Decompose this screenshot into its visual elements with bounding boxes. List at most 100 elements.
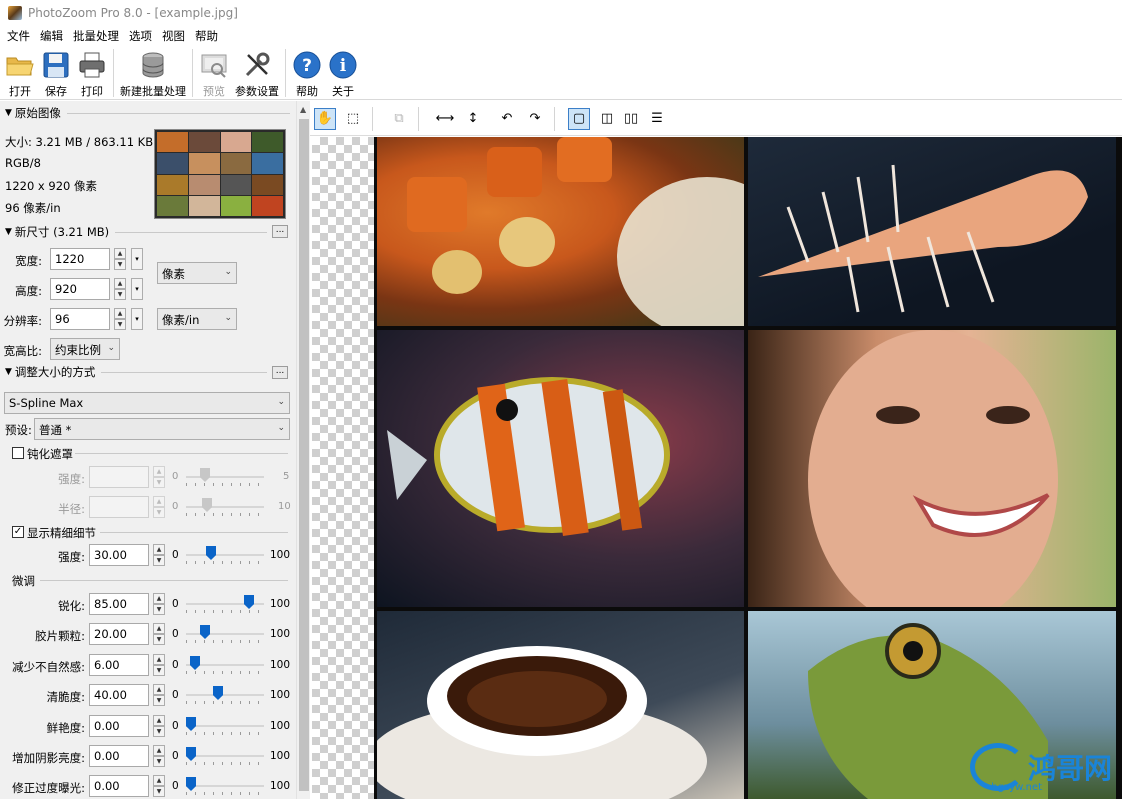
save-button[interactable]: 保存	[38, 46, 74, 98]
menu-file[interactable]: 文件	[2, 28, 35, 44]
fine-detail-strength-input[interactable]: 30.00	[89, 544, 149, 566]
menu-options[interactable]: 选项	[124, 28, 157, 44]
preview-button[interactable]: 预览	[196, 46, 232, 98]
fine-tune-spinner[interactable]: ▲ ▼	[153, 593, 165, 615]
resolution-unit-select[interactable]: 像素/in ⌄	[157, 308, 237, 330]
unsharp-radius-spinner[interactable]: ▲ ▼	[153, 496, 165, 518]
unsharp-strength-spinner[interactable]: ▲ ▼	[153, 466, 165, 488]
slider-knob[interactable]	[213, 686, 223, 700]
new-size-more-button[interactable]: ...	[272, 225, 288, 238]
resize-method-header[interactable]: ▼ 调整大小的方式	[5, 364, 267, 380]
toolbar-separator	[192, 49, 193, 97]
fine-tune-slider[interactable]	[186, 684, 264, 706]
fine-tune-spinner[interactable]: ▲ ▼	[153, 684, 165, 706]
slider-knob[interactable]	[200, 625, 210, 639]
stacked-view-button[interactable]: ☰	[646, 108, 668, 130]
collapse-triangle-icon: ▼	[5, 227, 12, 237]
height-menu-button[interactable]: ▾	[131, 278, 143, 300]
width-input[interactable]: 1220	[50, 248, 110, 270]
unsharp-mask-checkbox[interactable]	[12, 447, 24, 459]
resolution-input[interactable]: 96	[50, 308, 110, 330]
unsharp-radius-slider[interactable]	[186, 496, 264, 518]
panel-scrollbar[interactable]: ▲	[296, 101, 310, 799]
fine-tune-input[interactable]: 20.00	[89, 623, 149, 645]
rotate-left-button[interactable]: ↶	[496, 108, 518, 130]
size-unit-select[interactable]: 像素 ⌄	[157, 262, 237, 284]
help-button[interactable]: ? 帮助	[289, 46, 325, 98]
width-menu-button[interactable]: ▾	[131, 248, 143, 270]
fine-tune-slider[interactable]	[186, 623, 264, 645]
single-pane-icon: ▢	[572, 111, 586, 126]
slider-knob[interactable]	[186, 747, 196, 761]
resize-method-more-button[interactable]: ...	[272, 366, 288, 379]
menu-help[interactable]: 帮助	[190, 28, 223, 44]
slider-knob[interactable]	[244, 595, 254, 609]
menu-edit[interactable]: 编辑	[35, 28, 68, 44]
selection-tool-button[interactable]: ⬚	[342, 108, 364, 130]
scroll-up-icon[interactable]: ▲	[300, 105, 306, 114]
resolution-spinner[interactable]: ▲ ▼	[114, 308, 126, 330]
fine-tune-min: 0	[172, 720, 179, 732]
fine-tune-slider[interactable]	[186, 745, 264, 767]
hand-tool-button[interactable]: ✋	[314, 108, 336, 130]
fine-tune-input[interactable]: 6.00	[89, 654, 149, 676]
unsharp-strength-slider[interactable]	[186, 466, 264, 488]
rotate-right-button[interactable]: ↷	[524, 108, 546, 130]
chevron-down-icon: ⌄	[224, 313, 232, 323]
fine-tune-label: 鲜艳度:	[46, 721, 85, 735]
fine-tune-spinner[interactable]: ▲ ▼	[153, 623, 165, 645]
wrench-screwdriver-icon	[242, 50, 272, 80]
fine-tune-slider[interactable]	[186, 654, 264, 676]
height-input[interactable]: 920	[50, 278, 110, 300]
menu-view[interactable]: 视图	[157, 28, 190, 44]
height-spinner[interactable]: ▲ ▼	[114, 278, 126, 300]
fine-tune-input[interactable]: 0.00	[89, 775, 149, 797]
unsharp-strength-input[interactable]	[89, 466, 149, 488]
unsharp-radius-input[interactable]	[89, 496, 149, 518]
slider-knob[interactable]	[186, 777, 196, 791]
fine-tune-slider[interactable]	[186, 593, 264, 615]
slider-knob[interactable]	[190, 656, 200, 670]
fine-tune-spinner[interactable]: ▲ ▼	[153, 654, 165, 676]
fine-tune-min: 0	[172, 598, 179, 610]
flip-horizontal-button[interactable]: ⟷	[434, 108, 456, 130]
flip-vertical-button[interactable]: ↕	[462, 108, 484, 130]
info-icon: i	[328, 50, 358, 80]
crop-tool-button[interactable]: ⧉	[388, 108, 410, 130]
fine-detail-strength-slider[interactable]	[186, 544, 264, 566]
tile-portrait	[748, 330, 1116, 607]
resize-method-select[interactable]: S-Spline Max ⌄	[4, 392, 290, 414]
original-size: 大小: 3.21 MB / 863.11 KB	[5, 135, 154, 149]
preset-select[interactable]: 普通 * ⌄	[34, 418, 290, 440]
open-button[interactable]: 打开	[2, 46, 38, 98]
fine-detail-checkbox[interactable]: ✓	[12, 526, 24, 538]
side-by-side-view-button[interactable]: ▯▯	[620, 108, 642, 130]
fine-tune-input[interactable]: 40.00	[89, 684, 149, 706]
about-button[interactable]: i 关于	[325, 46, 361, 98]
fine-tune-slider[interactable]	[186, 775, 264, 797]
preview-canvas[interactable]: 鸿哥网 hgzyw.net	[312, 137, 1122, 799]
original-image-header[interactable]: ▼ 原始图像	[5, 105, 290, 121]
split-view-button[interactable]: ◫	[596, 108, 618, 130]
slider-knob[interactable]	[186, 717, 196, 731]
fine-tune-spinner[interactable]: ▲ ▼	[153, 715, 165, 737]
settings-button[interactable]: 参数设置	[232, 46, 282, 98]
width-spinner[interactable]: ▲ ▼	[114, 248, 126, 270]
fine-tune-input[interactable]: 85.00	[89, 593, 149, 615]
fine-tune-slider[interactable]	[186, 715, 264, 737]
fine-detail-strength-spinner[interactable]: ▲ ▼	[153, 544, 165, 566]
new-batch-button[interactable]: 新建批量处理	[117, 46, 189, 98]
chevron-down-icon: ⌄	[107, 343, 115, 353]
menu-batch[interactable]: 批量处理	[68, 28, 124, 44]
single-view-button[interactable]: ▢	[568, 108, 590, 130]
new-size-header[interactable]: ▼ 新尺寸 (3.21 MB)	[5, 224, 267, 240]
resolution-menu-button[interactable]: ▾	[131, 308, 143, 330]
fine-tune-input[interactable]: 0.00	[89, 715, 149, 737]
split-pane-icon: ◫	[600, 111, 614, 126]
fine-tune-spinner[interactable]: ▲ ▼	[153, 775, 165, 797]
aspect-ratio-select[interactable]: 约束比例 ⌄	[50, 338, 120, 360]
fine-tune-spinner[interactable]: ▲ ▼	[153, 745, 165, 767]
print-button[interactable]: 打印	[74, 46, 110, 98]
scrollbar-thumb[interactable]	[299, 119, 309, 791]
fine-tune-input[interactable]: 0.00	[89, 745, 149, 767]
